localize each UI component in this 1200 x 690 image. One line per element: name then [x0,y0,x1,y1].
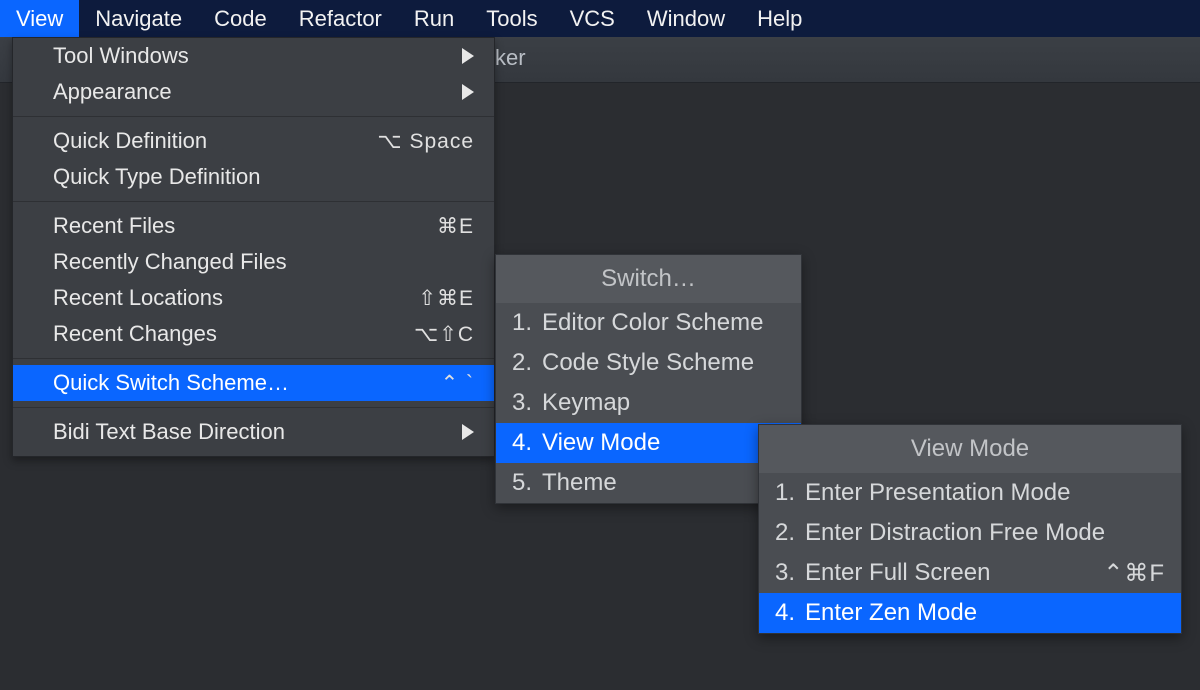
menu-item-label: Bidi Text Base Direction [53,419,462,445]
popup-item-shortcut: ⌃⌘F [1103,559,1165,588]
menu-run[interactable]: Run [398,0,470,37]
popup-item-label: Theme [542,469,785,497]
popup-item-number: 1. [775,479,805,507]
chevron-right-icon [462,48,474,64]
view-menu-item-recent-files[interactable]: Recent Files⌘E [13,208,494,244]
popup-item-number: 3. [775,559,805,587]
popup-item-number: 2. [512,349,542,377]
view-menu-item-quick-switch-scheme[interactable]: Quick Switch Scheme…⌃ ` [13,365,494,401]
view-menu-item-tool-windows[interactable]: Tool Windows [13,38,494,74]
menu-item-label: Quick Type Definition [53,164,474,190]
view-menu-dropdown: Tool Windows Appearance Quick Definition⌥ … [12,37,495,457]
menu-item-shortcut: ⌥ Space [377,129,474,154]
viewmode-item-enter-zen-mode[interactable]: 4.Enter Zen Mode [759,593,1181,633]
popup-item-label: Code Style Scheme [542,349,785,377]
popup-item-number: 4. [512,429,542,457]
popup-item-label: Editor Color Scheme [542,309,785,337]
menu-item-label: Recent Files [53,213,437,239]
menu-item-shortcut: ⌥⇧C [414,322,474,347]
menu-item-label: Appearance [53,79,462,105]
switch-item-editor-color-scheme[interactable]: 1.Editor Color Scheme [496,303,801,343]
toolbar-text-fragment: ker [495,45,526,71]
menu-help[interactable]: Help [741,0,818,37]
switch-popup: Switch… 1.Editor Color Scheme2.Code Styl… [495,254,802,504]
popup-item-number: 5. [512,469,542,497]
popup-item-label: Keymap [542,389,785,417]
menu-vcs[interactable]: VCS [554,0,631,37]
switch-popup-title: Switch… [496,255,801,303]
popup-item-number: 1. [512,309,542,337]
viewmode-item-enter-distraction-free-mode[interactable]: 2.Enter Distraction Free Mode [759,513,1181,553]
popup-item-label: View Mode [542,429,785,457]
popup-item-label: Enter Full Screen [805,559,1103,587]
view-menu-item-quick-definition[interactable]: Quick Definition⌥ Space [13,123,494,159]
popup-item-label: Enter Zen Mode [805,599,1165,627]
viewmode-popup: View Mode 1.Enter Presentation Mode2.Ent… [758,424,1182,634]
switch-item-keymap[interactable]: 3.Keymap [496,383,801,423]
popup-item-number: 3. [512,389,542,417]
menu-item-label: Quick Switch Scheme… [53,370,441,396]
view-menu-item-recent-changes[interactable]: Recent Changes⌥⇧C [13,316,494,352]
viewmode-item-enter-presentation-mode[interactable]: 1.Enter Presentation Mode [759,473,1181,513]
menu-code[interactable]: Code [198,0,283,37]
menu-item-label: Tool Windows [53,43,462,69]
view-menu-item-bidi-text-base-direction[interactable]: Bidi Text Base Direction [13,414,494,450]
menu-separator [13,201,494,202]
menu-item-shortcut: ⇧⌘E [418,286,474,311]
view-menu-item-recently-changed-files[interactable]: Recently Changed Files [13,244,494,280]
menu-tools[interactable]: Tools [470,0,553,37]
menu-separator [13,358,494,359]
menu-separator [13,407,494,408]
menu-refactor[interactable]: Refactor [283,0,398,37]
viewmode-item-enter-full-screen[interactable]: 3.Enter Full Screen⌃⌘F [759,553,1181,593]
menu-item-shortcut: ⌃ ` [441,371,474,396]
switch-item-view-mode[interactable]: 4.View Mode [496,423,801,463]
popup-item-number: 2. [775,519,805,547]
chevron-right-icon [462,424,474,440]
menu-item-label: Recent Changes [53,321,414,347]
menu-window[interactable]: Window [631,0,741,37]
menu-separator [13,116,494,117]
menu-view[interactable]: View [0,0,79,37]
menu-item-shortcut: ⌘E [437,214,474,239]
popup-item-number: 4. [775,599,805,627]
menu-item-label: Recent Locations [53,285,418,311]
viewmode-popup-title: View Mode [759,425,1181,473]
menu-navigate[interactable]: Navigate [79,0,198,37]
view-menu-item-recent-locations[interactable]: Recent Locations⇧⌘E [13,280,494,316]
menu-item-label: Recently Changed Files [53,249,474,275]
view-menu-item-appearance[interactable]: Appearance [13,74,494,110]
menu-item-label: Quick Definition [53,128,377,154]
popup-item-label: Enter Distraction Free Mode [805,519,1165,547]
switch-item-theme[interactable]: 5.Theme [496,463,801,503]
chevron-right-icon [462,84,474,100]
popup-item-label: Enter Presentation Mode [805,479,1165,507]
view-menu-item-quick-type-definition[interactable]: Quick Type Definition [13,159,494,195]
switch-item-code-style-scheme[interactable]: 2.Code Style Scheme [496,343,801,383]
menubar: ViewNavigateCodeRefactorRunToolsVCSWindo… [0,0,1200,37]
